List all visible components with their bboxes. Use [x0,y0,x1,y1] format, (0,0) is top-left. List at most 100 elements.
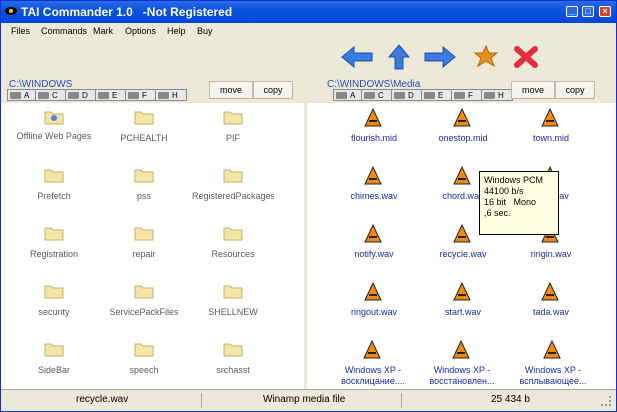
file-item[interactable]: ringout.wav [333,279,415,329]
winamp-file-icon [453,281,471,301]
winamp-file-icon [452,339,470,359]
app-window: TAI Commander 1.0 -Not Registered _ □ × … [0,0,617,412]
status-filename: recycle.wav [76,394,129,405]
right-move-button[interactable]: move [511,81,555,99]
menu-options[interactable]: Options [125,26,156,36]
maximize-button[interactable]: □ [582,6,594,17]
folder-item[interactable]: SideBar [13,337,95,387]
folder-icon [44,285,64,299]
up-arrow-icon[interactable] [385,43,413,71]
status-filesize: 25 434 b [491,394,530,405]
drive-icon [128,92,139,99]
file-item[interactable]: Windows XP - восстановлен... [412,337,512,387]
drive-icon [38,92,49,99]
app-icon [5,7,17,15]
drive-d-button[interactable]: D [391,89,423,101]
drive-e-button[interactable]: E [421,89,453,101]
folder-icon [223,111,243,125]
close-button[interactable]: × [599,6,611,17]
drive-c-button[interactable]: C [35,89,67,101]
folder-icon [134,343,154,357]
left-file-pane[interactable]: Offline Web Pages PCHEALTH PIF Prefetch … [1,103,304,389]
menu-buy[interactable]: Buy [197,26,213,36]
drive-h-button[interactable]: H [155,89,187,101]
tooltip-line: 16 bit Mono [484,197,537,207]
folder-icon [223,343,243,357]
folder-item[interactable]: RegisteredPackages [192,163,274,213]
minimize-button[interactable]: _ [566,6,578,17]
folder-item[interactable]: ServicePackFiles [103,279,185,329]
file-item[interactable]: flourish.mid [333,105,415,155]
drive-icon [10,92,21,99]
folder-item[interactable]: Prefetch [13,163,95,213]
drive-c-button[interactable]: C [361,89,393,101]
winamp-file-icon [364,223,382,243]
status-separator [401,393,402,408]
folder-item[interactable]: pss [103,163,185,213]
drive-d-button[interactable]: D [65,89,97,101]
drive-f-button[interactable]: F [451,89,483,101]
file-item[interactable]: Windows XP - всплывающее... [501,337,605,387]
status-separator [201,393,202,408]
folder-icon [44,343,64,357]
winamp-file-icon [363,339,381,359]
left-copy-button[interactable]: copy [253,81,293,99]
back-arrow-icon[interactable] [340,43,374,71]
file-item[interactable]: notify.wav [333,221,415,271]
folder-item[interactable]: repair [103,221,185,271]
drive-icon [98,92,109,99]
left-move-button[interactable]: move [209,81,253,99]
file-item[interactable]: chimes.wav [333,163,415,213]
folder-icon [44,169,64,183]
folder-item[interactable]: speech [103,337,185,387]
winamp-file-icon [453,165,471,185]
folder-item[interactable]: srchasst [192,337,274,387]
winamp-file-icon [364,281,382,301]
folder-item[interactable]: Resources [192,221,274,271]
folder-item[interactable]: Registration [13,221,95,271]
folder-item[interactable]: PIF [192,105,274,155]
folder-item[interactable]: PCHEALTH [103,105,185,155]
file-item[interactable]: start.wav [422,279,504,329]
folder-item[interactable]: SHELLNEW [192,279,274,329]
right-copy-button[interactable]: copy [555,81,595,99]
winamp-file-icon [453,107,471,127]
drive-f-button[interactable]: F [125,89,157,101]
tooltip-line: Windows PCM [484,175,544,185]
toolbar [1,39,616,79]
folder-item[interactable]: security [13,279,95,329]
menu-help[interactable]: Help [167,26,186,36]
folder-icon [223,227,243,241]
drive-e-button[interactable]: E [95,89,127,101]
menu-files[interactable]: Files [11,26,30,36]
file-item[interactable]: onestop.mid [422,105,504,155]
folder-icon [223,169,243,183]
file-info-tooltip: Windows PCM 44100 b/s 16 bit Mono ,6 sec… [479,171,559,235]
drive-icon [454,92,465,99]
drive-icon [424,92,435,99]
folder-item[interactable]: Offline Web Pages [13,105,95,155]
tooltip-line: 44100 b/s [484,186,524,196]
winamp-file-icon [543,339,561,359]
file-item[interactable]: Windows XP - восклицание.... [323,337,423,387]
menu-commands[interactable]: Commands [41,26,87,36]
status-bar: recycle.wav Winamp media file 25 434 b [1,389,616,411]
resize-grip[interactable] [601,396,611,406]
window-title: TAI Commander 1.0 -Not Registered [21,5,233,19]
right-panel-header: C:\WINDOWS\Media A C D E F H move copy [307,79,616,103]
folder-icon [134,169,154,183]
file-item[interactable]: tada.wav [510,279,592,329]
menu-mark[interactable]: Mark [93,26,113,36]
forward-arrow-icon[interactable] [423,43,457,71]
title-bar: TAI Commander 1.0 -Not Registered _ □ × [1,1,616,23]
star-icon[interactable] [471,43,501,71]
folder-icon [134,285,154,299]
right-file-pane[interactable]: flourish.mid onestop.mid town.mid chimes… [307,103,616,389]
drive-h-button[interactable]: H [481,89,513,101]
delete-x-icon[interactable] [511,43,541,71]
winamp-file-icon [453,223,471,243]
folder-icon [134,227,154,241]
file-item[interactable]: town.mid [510,105,592,155]
folder-icon [134,111,154,125]
folder-icon [44,227,64,241]
